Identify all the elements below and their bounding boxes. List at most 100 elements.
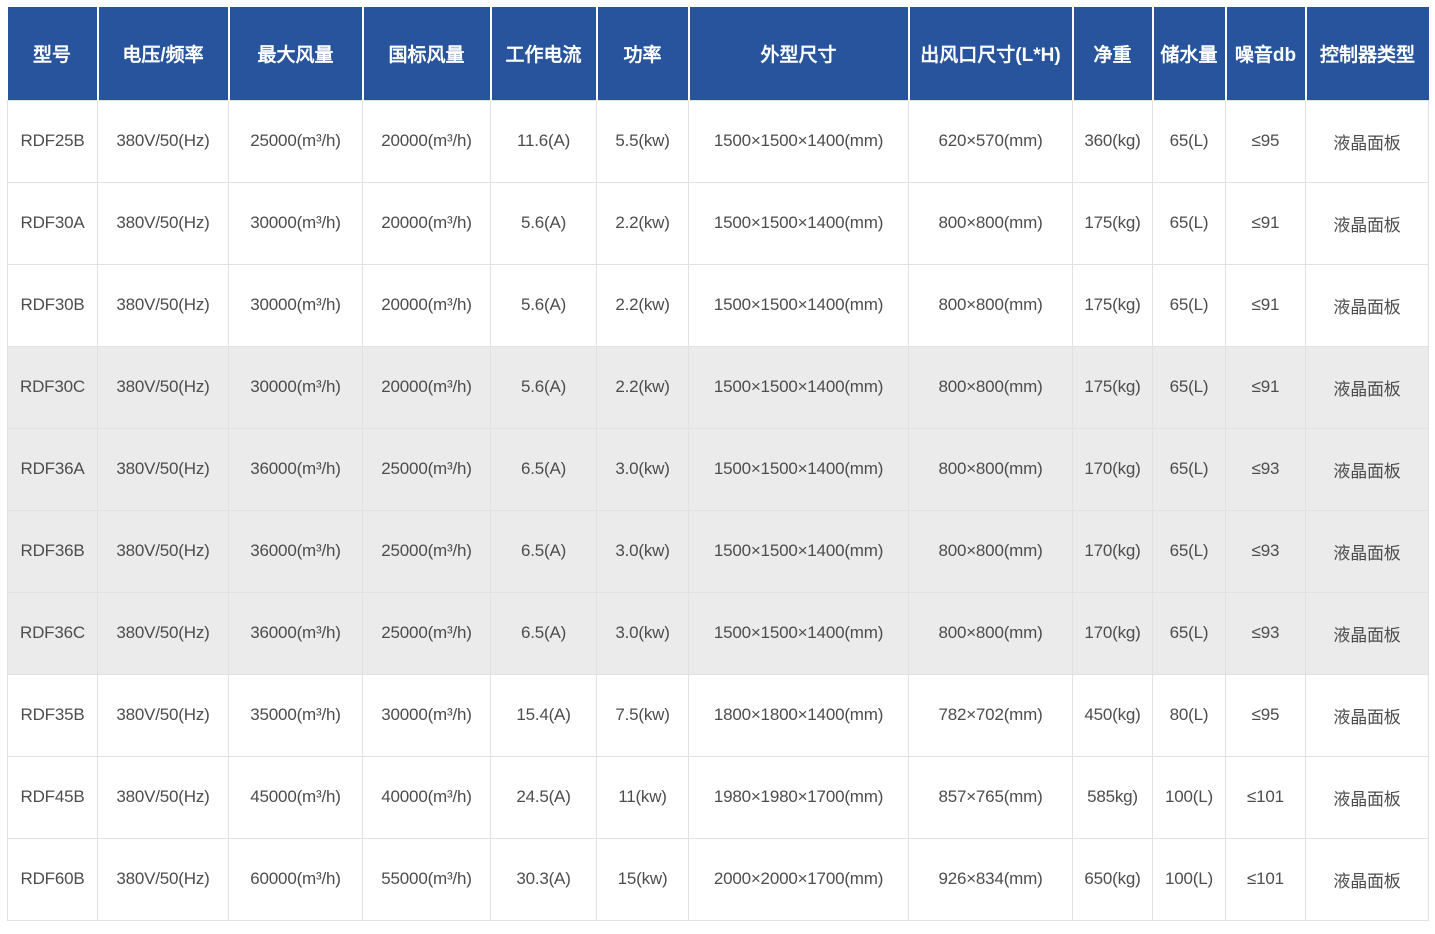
table-cell: 380V/50(Hz): [97, 509, 229, 593]
table-cell: 2.2(kw): [596, 181, 689, 265]
table-cell: 380V/50(Hz): [97, 755, 229, 839]
table-cell: 液晶面板: [1305, 755, 1429, 839]
table-cell: RDF36B: [7, 509, 98, 593]
table-row: RDF30C 380V/50(Hz) 30000(m³/h) 20000(m³/h) 5…: [7, 345, 1429, 429]
table-cell: 380V/50(Hz): [97, 263, 229, 347]
table-cell: 30000(m³/h): [362, 673, 491, 757]
table-cell: 65(L): [1152, 263, 1226, 347]
table-cell: RDF60B: [7, 837, 98, 921]
header-cell-7: 出风口尺寸(L*H): [908, 7, 1074, 100]
table-cell: 36000(m³/h): [228, 509, 363, 593]
table-cell: 液晶面板: [1305, 99, 1429, 183]
table-cell: ≤91: [1225, 345, 1306, 429]
table-cell: 3.0(kw): [596, 591, 689, 675]
table-cell: 液晶面板: [1305, 345, 1429, 429]
table-cell: 25000(m³/h): [228, 99, 363, 183]
table-cell: 800×800(mm): [908, 427, 1073, 511]
table-row: RDF30B 380V/50(Hz) 30000(m³/h) 20000(m³/h) 5…: [7, 263, 1429, 347]
table-cell: 15(kw): [596, 837, 689, 921]
table-cell: 1800×1800×1400(mm): [688, 673, 909, 757]
spec-table-header: 型号 电压/频率 最大风量 国标风量 工作电流 功率 外型尺寸 出风口尺寸(L*H) 净重 储水量…: [7, 7, 1429, 100]
table-cell: 65(L): [1152, 509, 1226, 593]
table-cell: RDF35B: [7, 673, 98, 757]
table-cell: 6.5(A): [490, 591, 597, 675]
table-cell: 450(kg): [1072, 673, 1153, 757]
table-cell: 175(kg): [1072, 181, 1153, 265]
header-cell-3: 国标风量: [362, 7, 492, 100]
table-cell: 65(L): [1152, 99, 1226, 183]
table-cell: RDF36A: [7, 427, 98, 511]
table-cell: RDF36C: [7, 591, 98, 675]
table-cell: 40000(m³/h): [362, 755, 491, 839]
table-cell: ≤101: [1225, 837, 1306, 921]
table-cell: 液晶面板: [1305, 263, 1429, 347]
table-cell: 65(L): [1152, 427, 1226, 511]
table-cell: ≤91: [1225, 181, 1306, 265]
table-cell: 782×702(mm): [908, 673, 1073, 757]
table-cell: 5.5(kw): [596, 99, 689, 183]
table-cell: 1500×1500×1400(mm): [688, 591, 909, 675]
header-cell-2: 最大风量: [228, 7, 364, 100]
table-cell: 380V/50(Hz): [97, 99, 229, 183]
table-cell: 2.2(kw): [596, 263, 689, 347]
table-cell: 30000(m³/h): [228, 345, 363, 429]
table-cell: 650(kg): [1072, 837, 1153, 921]
header-cell-5: 功率: [596, 7, 690, 100]
table-cell: 100(L): [1152, 755, 1226, 839]
table-cell: 65(L): [1152, 181, 1226, 265]
table-cell: 液晶面板: [1305, 673, 1429, 757]
table-cell: 液晶面板: [1305, 837, 1429, 921]
table-cell: 5.6(A): [490, 263, 597, 347]
table-cell: 20000(m³/h): [362, 345, 491, 429]
table-cell: RDF25B: [7, 99, 98, 183]
table-cell: 液晶面板: [1305, 591, 1429, 675]
table-cell: 30.3(A): [490, 837, 597, 921]
table-row: RDF36C 380V/50(Hz) 36000(m³/h) 25000(m³/h) 6…: [7, 591, 1429, 675]
table-cell: 65(L): [1152, 591, 1226, 675]
table-cell: 926×834(mm): [908, 837, 1073, 921]
table-cell: 800×800(mm): [908, 345, 1073, 429]
table-cell: ≤93: [1225, 427, 1306, 511]
table-cell: ≤93: [1225, 509, 1306, 593]
table-cell: 80(L): [1152, 673, 1226, 757]
table-cell: 6.5(A): [490, 427, 597, 511]
table-cell: 100(L): [1152, 837, 1226, 921]
table-cell: 857×765(mm): [908, 755, 1073, 839]
table-cell: 60000(m³/h): [228, 837, 363, 921]
table-cell: 35000(m³/h): [228, 673, 363, 757]
table-cell: RDF30C: [7, 345, 98, 429]
header-cell-10: 噪音db: [1225, 7, 1307, 100]
table-cell: ≤95: [1225, 673, 1306, 757]
table-cell: ≤95: [1225, 99, 1306, 183]
table-row: RDF35B 380V/50(Hz) 35000(m³/h) 30000(m³/h) 1…: [7, 673, 1429, 757]
table-cell: 24.5(A): [490, 755, 597, 839]
table-cell: 380V/50(Hz): [97, 673, 229, 757]
table-cell: 30000(m³/h): [228, 181, 363, 265]
table-cell: 170(kg): [1072, 591, 1153, 675]
table-cell: 380V/50(Hz): [97, 427, 229, 511]
table-cell: 20000(m³/h): [362, 181, 491, 265]
table-cell: 2.2(kw): [596, 345, 689, 429]
table-row: RDF60B 380V/50(Hz) 60000(m³/h) 55000(m³/h) 3…: [7, 837, 1429, 921]
table-row: RDF36B 380V/50(Hz) 36000(m³/h) 25000(m³/h) 6…: [7, 509, 1429, 593]
table-cell: 585kg): [1072, 755, 1153, 839]
table-cell: RDF30B: [7, 263, 98, 347]
table-cell: 175(kg): [1072, 345, 1153, 429]
spec-table-body: RDF25B 380V/50(Hz) 25000(m³/h) 20000(m³/h) 1…: [7, 99, 1429, 921]
header-cell-11: 控制器类型: [1305, 7, 1429, 100]
table-cell: 15.4(A): [490, 673, 597, 757]
table-cell: 36000(m³/h): [228, 427, 363, 511]
header-row: 型号 电压/频率 最大风量 国标风量 工作电流 功率 外型尺寸 出风口尺寸(L*H) 净重 储水量…: [7, 7, 1429, 100]
table-cell: 1500×1500×1400(mm): [688, 181, 909, 265]
table-cell: 380V/50(Hz): [97, 345, 229, 429]
header-cell-8: 净重: [1072, 7, 1154, 100]
table-cell: 5.6(A): [490, 181, 597, 265]
table-cell: 20000(m³/h): [362, 263, 491, 347]
table-cell: 液晶面板: [1305, 427, 1429, 511]
table-row: RDF30A 380V/50(Hz) 30000(m³/h) 20000(m³/h) 5…: [7, 181, 1429, 265]
table-cell: RDF30A: [7, 181, 98, 265]
table-cell: 2000×2000×1700(mm): [688, 837, 909, 921]
table-row: RDF45B 380V/50(Hz) 45000(m³/h) 40000(m³/h) 2…: [7, 755, 1429, 839]
table-row: RDF25B 380V/50(Hz) 25000(m³/h) 20000(m³/h) 1…: [7, 99, 1429, 183]
table-cell: 1500×1500×1400(mm): [688, 509, 909, 593]
